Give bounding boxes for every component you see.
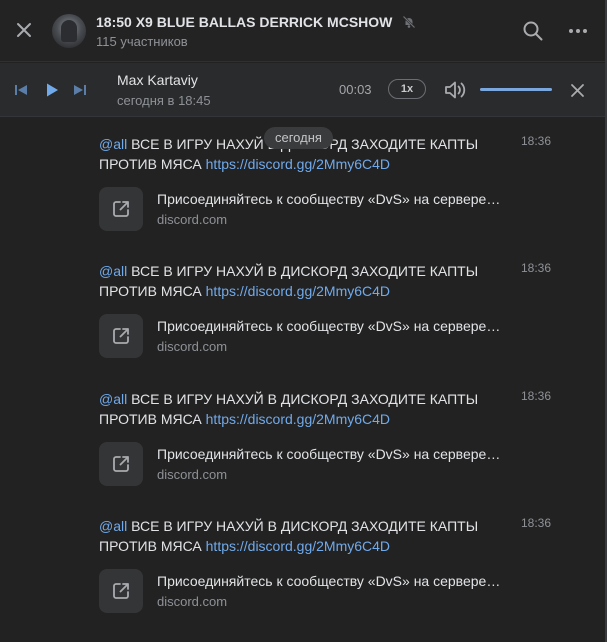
close-chat-button[interactable]: [10, 16, 38, 44]
chat-title-row[interactable]: 18:50 X9 BLUE BALLAS DERRICK MCSHOW: [96, 14, 416, 30]
close-icon: [17, 23, 31, 37]
link-snippet[interactable]: Присоединяйтесь к сообществу «DvS» на се…: [99, 442, 519, 486]
track-artist[interactable]: Max Kartaviy: [117, 72, 198, 88]
snippet-icon-box: [99, 314, 143, 358]
link-snippet[interactable]: Присоединяйтесь к сообществу «DvS» на се…: [99, 314, 519, 358]
chat-title: 18:50 X9 BLUE BALLAS DERRICK MCSHOW: [96, 14, 393, 30]
message-time: 18:36: [521, 134, 552, 148]
message-link[interactable]: https://discord.gg/2Mmy6C4D: [206, 283, 390, 299]
message-text: @all ВСЕ В ИГРУ НАХУЙ В ДИСКОРД ЗАХОДИТЕ…: [99, 516, 499, 556]
elapsed-time: 00:03: [339, 82, 372, 97]
message-text: @all ВСЕ В ИГРУ НАХУЙ В ДИСКОРД ЗАХОДИТЕ…: [99, 261, 499, 301]
snippet-title: Присоединяйтесь к сообществу «DvS» на се…: [157, 573, 501, 589]
snippet-title: Присоединяйтесь к сообществу «DvS» на се…: [157, 446, 501, 462]
search-icon: [523, 21, 543, 41]
close-icon: [570, 83, 584, 97]
next-track-icon: [74, 85, 86, 95]
message-time: 18:36: [521, 516, 552, 530]
bell-muted-icon: [402, 15, 416, 29]
playback-speed-button[interactable]: 1x: [388, 79, 426, 99]
snippet-icon-box: [99, 569, 143, 613]
mention-link[interactable]: @all: [99, 391, 127, 407]
chat-avatar[interactable]: [52, 14, 86, 48]
mention-link[interactable]: @all: [99, 136, 127, 152]
mention-link[interactable]: @all: [99, 518, 127, 534]
link-snippet[interactable]: Присоединяйтесь к сообществу «DvS» на се…: [99, 569, 519, 613]
chat-header: 18:50 X9 BLUE BALLAS DERRICK MCSHOW 115 …: [0, 0, 605, 62]
message-link[interactable]: https://discord.gg/2Mmy6C4D: [206, 538, 390, 554]
message-feed[interactable]: @all ВСЕ В ИГРУ НАХУЙ В ДИСКОРД ЗАХОДИТЕ…: [0, 118, 605, 642]
volume-button[interactable]: [444, 79, 468, 101]
snippet-title: Присоединяйтесь к сообществу «DvS» на се…: [157, 318, 501, 334]
volume-slider[interactable]: [480, 88, 552, 91]
previous-track-button[interactable]: [13, 82, 29, 98]
more-dots-icon: [569, 29, 587, 33]
message-time: 18:36: [521, 389, 552, 403]
mention-link[interactable]: @all: [99, 263, 127, 279]
external-link-icon: [113, 456, 129, 472]
external-link-icon: [113, 583, 129, 599]
snippet-domain: discord.com: [157, 594, 228, 609]
more-button[interactable]: [565, 18, 591, 44]
snippet-icon-box: [99, 187, 143, 231]
snippet-domain: discord.com: [157, 339, 228, 354]
previous-track-icon: [15, 85, 27, 95]
play-icon: [47, 83, 58, 97]
snippet-domain: discord.com: [157, 467, 228, 482]
link-snippet[interactable]: Присоединяйтесь к сообществу «DvS» на се…: [99, 187, 519, 231]
external-link-icon: [113, 328, 129, 344]
next-track-button[interactable]: [72, 82, 88, 98]
message-link[interactable]: https://discord.gg/2Mmy6C4D: [206, 411, 390, 427]
audio-player: Max Kartaviy сегодня в 18:45 00:03 1x: [0, 63, 605, 117]
play-button[interactable]: [43, 81, 61, 99]
search-button[interactable]: [520, 18, 546, 44]
message-time: 18:36: [521, 261, 552, 275]
date-pill: сегодня: [264, 127, 333, 149]
external-link-icon: [113, 201, 129, 217]
snippet-domain: discord.com: [157, 212, 228, 227]
close-player-button[interactable]: [567, 80, 587, 100]
volume-icon: [445, 81, 466, 99]
snippet-title: Присоединяйтесь к сообществу «DvS» на се…: [157, 191, 501, 207]
track-time: сегодня в 18:45: [117, 93, 211, 108]
participants-count[interactable]: 115 участников: [96, 34, 188, 49]
volume-fill: [480, 88, 552, 91]
snippet-icon-box: [99, 442, 143, 486]
message-text: @all ВСЕ В ИГРУ НАХУЙ В ДИСКОРД ЗАХОДИТЕ…: [99, 389, 499, 429]
message-link[interactable]: https://discord.gg/2Mmy6C4D: [206, 156, 390, 172]
